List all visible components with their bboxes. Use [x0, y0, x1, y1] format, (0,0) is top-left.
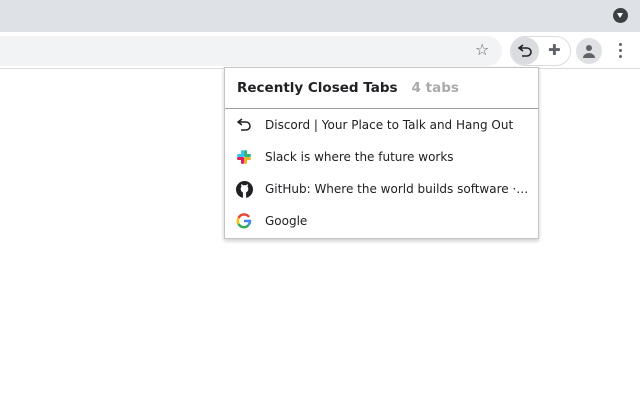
recently-closed-popup: Recently Closed Tabs 4 tabs Discord | Yo…: [224, 67, 539, 239]
tab-search-icon[interactable]: [613, 8, 628, 23]
list-item[interactable]: GitHub: Where the world builds software …: [225, 173, 538, 205]
profile-avatar-icon[interactable]: [576, 38, 602, 64]
tab-count: 4 tabs: [411, 80, 459, 96]
item-title: Google: [265, 214, 308, 228]
list-item[interactable]: Discord | Your Place to Talk and Hang Ou…: [225, 109, 538, 141]
extensions-puzzle-icon[interactable]: ✚: [548, 43, 561, 58]
item-title: GitHub: Where the world builds software …: [265, 182, 530, 196]
list-item[interactable]: Slack is where the future works: [225, 141, 538, 173]
tab-strip: [0, 0, 640, 32]
recently-closed-extension-button[interactable]: [511, 37, 539, 65]
address-bar[interactable]: [0, 36, 502, 66]
undo-arrow-icon: [517, 44, 532, 57]
slack-icon: [235, 148, 253, 166]
google-icon: [235, 212, 253, 230]
popup-header: Recently Closed Tabs 4 tabs: [225, 68, 538, 109]
github-icon: [235, 180, 253, 198]
toolbar: ☆ ✚: [0, 32, 640, 69]
menu-dots-icon[interactable]: [618, 43, 624, 61]
item-title: Discord | Your Place to Talk and Hang Ou…: [265, 118, 514, 132]
popup-title: Recently Closed Tabs: [237, 80, 398, 96]
list-item[interactable]: Google: [225, 205, 538, 237]
bookmark-star-icon[interactable]: ☆: [475, 42, 489, 58]
item-title: Slack is where the future works: [265, 150, 454, 164]
undo-arrow-icon: [235, 116, 253, 134]
